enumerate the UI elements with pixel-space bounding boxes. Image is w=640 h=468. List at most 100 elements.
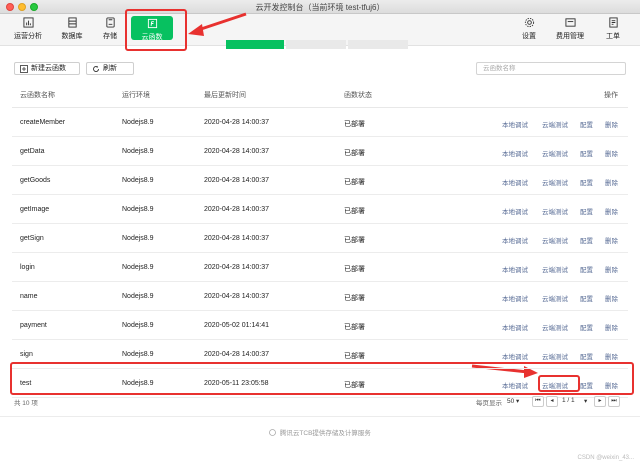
runtime-env: Nodejs8.9 (122, 206, 154, 213)
local-debug-link[interactable]: 本地调试 (502, 264, 528, 274)
watermark: CSDN @weixin_43... (577, 455, 634, 461)
toolbar-analytics-label: 运营分析 (14, 33, 42, 40)
function-status: 已部署 (344, 208, 365, 215)
function-name: getData (20, 148, 45, 155)
cloud-test-link[interactable]: 云端测试 (542, 235, 568, 245)
gear-icon (524, 17, 534, 28)
delete-link[interactable]: 删除 (605, 235, 618, 245)
toolbar-ticket-label: 工单 (606, 33, 620, 40)
local-debug-link[interactable]: 本地调试 (502, 322, 528, 332)
delete-link[interactable]: 删除 (605, 148, 618, 158)
search-input[interactable]: 云函数名称 (476, 62, 626, 75)
new-function-button[interactable]: 新建云函数 (14, 62, 80, 75)
delete-link[interactable]: 删除 (605, 322, 618, 332)
last-page-button[interactable]: ⏭ (608, 396, 620, 407)
config-link[interactable]: 配置 (580, 380, 593, 390)
runtime-env: Nodejs8.9 (122, 177, 154, 184)
local-debug-link[interactable]: 本地调试 (502, 293, 528, 303)
delete-link[interactable]: 删除 (605, 380, 618, 390)
database-icon (67, 17, 77, 28)
cloud-test-link[interactable]: 云端测试 (542, 351, 568, 361)
table-row[interactable]: login Nodejs8.9 2020-04-28 14:00:37 已部署 本地调试… (12, 253, 628, 282)
divider (0, 416, 640, 417)
toolbar-analytics-button[interactable]: 运营分析 (10, 17, 46, 41)
config-link[interactable]: 配置 (580, 293, 593, 303)
refresh-button[interactable]: 刷新 (86, 62, 134, 75)
local-debug-link[interactable]: 本地调试 (502, 177, 528, 187)
local-debug-link[interactable]: 本地调试 (502, 148, 528, 158)
config-link[interactable]: 配置 (580, 119, 593, 129)
toolbar-billing-label: 费用管理 (556, 33, 584, 40)
table-row[interactable]: createMember Nodejs8.9 2020-04-28 14:00:37… (12, 108, 628, 137)
toolbar-settings-label: 设置 (522, 33, 536, 40)
toolbar-database-button[interactable]: 数据库 (54, 17, 90, 41)
delete-link[interactable]: 删除 (605, 177, 618, 187)
toolbar-settings-button[interactable]: 设置 (511, 17, 547, 41)
delete-link[interactable]: 删除 (605, 206, 618, 216)
function-status: 已部署 (344, 324, 365, 331)
function-name: payment (20, 322, 47, 329)
page-dropdown-icon[interactable]: ▾ (584, 397, 587, 405)
config-link[interactable]: 配置 (580, 206, 593, 216)
delete-link[interactable]: 删除 (605, 264, 618, 274)
next-page-button[interactable]: ▸ (594, 396, 606, 407)
local-debug-link[interactable]: 本地调试 (502, 206, 528, 216)
function-status: 已部署 (344, 266, 365, 273)
table-header: 云函数名称 运行环境 最后更新时间 函数状态 操作 (12, 80, 628, 108)
prev-page-button[interactable]: ◂ (546, 396, 558, 407)
toolbar-storage-label: 存储 (103, 33, 117, 40)
cloud-test-link[interactable]: 云端测试 (542, 293, 568, 303)
local-debug-link[interactable]: 本地调试 (502, 351, 528, 361)
subtab-active[interactable] (226, 40, 284, 49)
table-row[interactable]: getSign Nodejs8.9 2020-04-28 14:00:37 已部署 本地… (12, 224, 628, 253)
window-title: 云开发控制台（当前环境 test-tfuj6） (255, 3, 385, 12)
cloud-test-link[interactable]: 云端测试 (542, 148, 568, 158)
ticket-icon (608, 17, 618, 28)
config-link[interactable]: 配置 (580, 264, 593, 274)
subtab-second[interactable] (286, 40, 346, 49)
config-link[interactable]: 配置 (580, 322, 593, 332)
header-updated: 最后更新时间 (204, 92, 246, 99)
local-debug-link[interactable]: 本地调试 (502, 119, 528, 129)
toolbar-storage-button[interactable]: 存储 (92, 17, 128, 41)
table-row[interactable]: test Nodejs8.9 2020-05-11 23:05:58 已部署 本地调试云… (12, 369, 628, 398)
function-status: 已部署 (344, 237, 365, 244)
runtime-env: Nodejs8.9 (122, 351, 154, 358)
table-row[interactable]: getGoods Nodejs8.9 2020-04-28 14:00:37 已部署 本… (12, 166, 628, 195)
delete-link[interactable]: 删除 (605, 119, 618, 129)
delete-link[interactable]: 删除 (605, 293, 618, 303)
title-bar: 云开发控制台（当前环境 test-tfuj6） (0, 0, 640, 14)
table-row[interactable]: payment Nodejs8.9 2020-05-02 01:14:41 已部署 本地… (12, 311, 628, 340)
page-size-select[interactable]: 50 ▾ (507, 397, 519, 405)
first-page-button[interactable]: ⏮ (532, 396, 544, 407)
storage-icon (105, 17, 115, 28)
updated-time: 2020-04-28 14:00:37 (204, 293, 269, 300)
local-debug-link[interactable]: 本地调试 (502, 380, 528, 390)
runtime-env: Nodejs8.9 (122, 380, 154, 387)
cloud-test-link[interactable]: 云端测试 (542, 322, 568, 332)
function-name: sign (20, 351, 33, 358)
function-status: 已部署 (344, 295, 365, 302)
bottom-note-text: 腾讯云TCB提供存储及计算服务 (279, 430, 371, 437)
config-link[interactable]: 配置 (580, 235, 593, 245)
cloud-test-link[interactable]: 云端测试 (542, 206, 568, 216)
cloud-test-link[interactable]: 云端测试 (542, 177, 568, 187)
billing-icon (564, 18, 576, 27)
table-row[interactable]: sign Nodejs8.9 2020-04-28 14:00:37 已部署 本地调试 云… (12, 340, 628, 369)
config-link[interactable]: 配置 (580, 148, 593, 158)
function-name: test (20, 380, 32, 387)
subtab-third[interactable] (348, 40, 408, 49)
table-row[interactable]: getImage Nodejs8.9 2020-04-28 14:00:37 已部署 本… (12, 195, 628, 224)
delete-link[interactable]: 删除 (605, 351, 618, 361)
config-link[interactable]: 配置 (580, 177, 593, 187)
table-row[interactable]: getData Nodejs8.9 2020-04-28 14:00:37 已部署 本地… (12, 137, 628, 166)
function-name: name (20, 293, 38, 300)
local-debug-link[interactable]: 本地调试 (502, 235, 528, 245)
cloud-test-link[interactable]: 云端测试 (542, 264, 568, 274)
toolbar-billing-button[interactable]: 费用管理 (552, 17, 588, 41)
toolbar-ticket-button[interactable]: 工单 (595, 17, 631, 41)
table-row[interactable]: name Nodejs8.9 2020-04-28 14:00:37 已部署 本地调试 云… (12, 282, 628, 311)
cloud-test-link[interactable]: 云端测试 (542, 119, 568, 129)
config-link[interactable]: 配置 (580, 351, 593, 361)
function-name: getImage (20, 206, 50, 213)
